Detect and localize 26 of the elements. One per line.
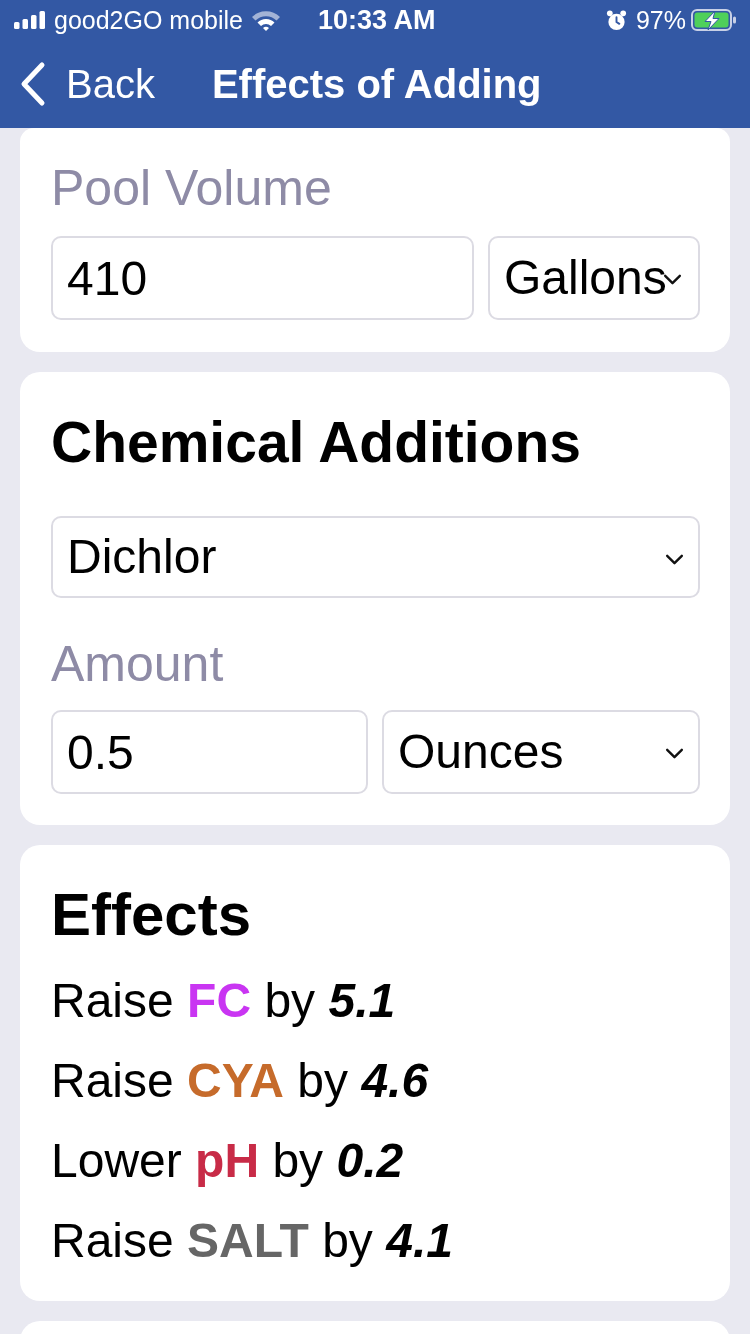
chevron-down-icon <box>665 748 684 759</box>
effect-line: Lower pH by 0.2 <box>51 1133 404 1189</box>
effect-line: Raise FC by 5.1 <box>51 973 396 1029</box>
battery-percent: 97% <box>635 7 686 33</box>
page-title: Effects of Adding <box>211 64 542 104</box>
section-title: Effects <box>51 880 253 950</box>
volume-input[interactable]: 410 <box>51 236 474 320</box>
amount-unit-select[interactable]: Ounces <box>382 710 700 794</box>
battery-charging-icon <box>691 9 736 31</box>
chevron-down-icon <box>665 554 684 565</box>
section-title: Chemical Additions <box>51 409 582 476</box>
back-button[interactable]: Back <box>20 61 155 107</box>
chemical-select[interactable]: Dichlor <box>51 516 700 598</box>
alarm-clock-icon <box>605 9 627 31</box>
pool-volume-label: Pool Volume <box>51 159 333 218</box>
amount-input[interactable]: 0.5 <box>51 710 368 794</box>
signal-icon <box>14 11 46 29</box>
amount-label: Amount <box>51 635 225 694</box>
effect-line: Raise SALT by 4.1 <box>51 1213 453 1269</box>
wifi-icon <box>251 9 281 31</box>
effect-line: Raise CYA by 4.6 <box>51 1053 429 1109</box>
carrier-name: good2GO mobile <box>54 7 243 33</box>
volume-unit-select[interactable]: Gallons <box>488 236 700 320</box>
clock-time: 10:33 AM <box>318 6 436 34</box>
chevron-down-icon <box>663 274 682 285</box>
back-chevron-icon <box>20 61 46 107</box>
